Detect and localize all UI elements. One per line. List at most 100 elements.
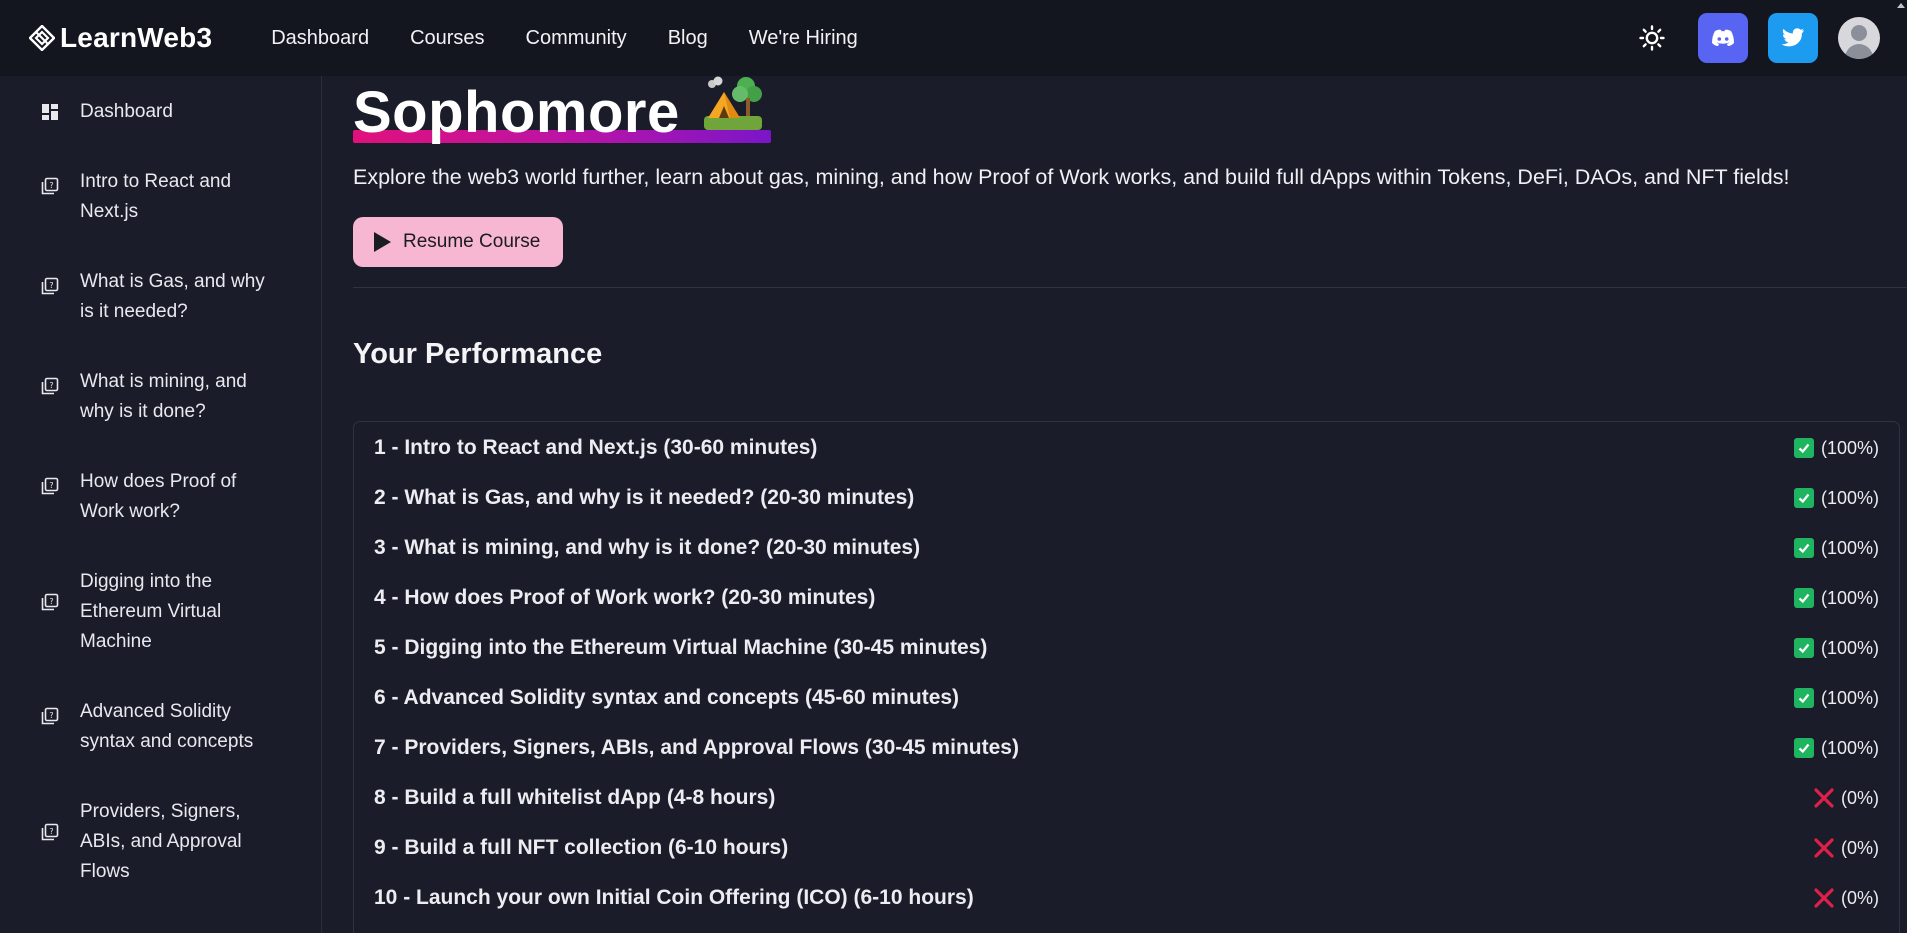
sidebar-item-label: What is Gas, and why is it needed?: [80, 271, 265, 322]
svg-text:?: ?: [49, 827, 53, 836]
course-sidebar: Dashboard ? Intro to React and Next.js ?…: [0, 76, 322, 933]
performance-row[interactable]: 3 - What is mining, and why is it done? …: [374, 531, 1879, 565]
performance-row[interactable]: 6 - Advanced Solidity syntax and concept…: [374, 681, 1879, 715]
page-title: Sophomore: [353, 80, 680, 145]
scroll-up-arrow-icon[interactable]: [1897, 3, 1905, 8]
sidebar-item-label: Intro to React and Next.js: [80, 171, 232, 222]
lesson-icon: ?: [41, 177, 59, 195]
user-avatar[interactable]: [1838, 17, 1880, 59]
lesson-name: 7 - Providers, Signers, ABIs, and Approv…: [374, 736, 1019, 759]
lesson-name: 5 - Digging into the Ethereum Virtual Ma…: [374, 636, 988, 659]
performance-row[interactable]: 5 - Digging into the Ethereum Virtual Ma…: [374, 631, 1879, 665]
avatar-head-shape: [1851, 25, 1867, 41]
lesson-percent: (100%): [1820, 487, 1879, 508]
performance-row[interactable]: 7 - Providers, Signers, ABIs, and Approv…: [374, 731, 1879, 765]
sidebar-item-lesson-7[interactable]: ? Providers, Signers, ABIs, and Approval…: [0, 797, 321, 887]
performance-row[interactable]: 10 - Launch your own Initial Coin Offeri…: [374, 881, 1879, 915]
performance-row[interactable]: 4 - How does Proof of Work work? (20-30 …: [374, 581, 1879, 615]
svg-text:?: ?: [49, 381, 53, 390]
svg-text:?: ?: [49, 597, 53, 606]
lesson-percent: (100%): [1820, 687, 1879, 708]
theme-toggle-button[interactable]: [1634, 20, 1670, 56]
sidebar-item-label: Digging into the Ethereum Virtual Machin…: [80, 571, 222, 652]
lesson-name: 1 - Intro to React and Next.js (30-60 mi…: [374, 436, 818, 459]
nav-hiring[interactable]: We're Hiring: [749, 27, 858, 50]
sidebar-item-label: Advanced Solidity syntax and concepts: [80, 701, 254, 752]
lesson-status: (100%): [1793, 737, 1879, 759]
play-icon: [374, 232, 391, 252]
svg-text:?: ?: [49, 481, 53, 490]
sidebar-item-lesson-2[interactable]: ? What is Gas, and why is it needed?: [0, 267, 321, 327]
lesson-percent: (100%): [1820, 737, 1879, 758]
lesson-status: (100%): [1793, 587, 1879, 609]
lesson-status: (100%): [1793, 687, 1879, 709]
lesson-icon: ?: [41, 593, 59, 611]
lesson-percent: (0%): [1840, 887, 1879, 908]
resume-course-button[interactable]: Resume Course: [353, 217, 563, 267]
lesson-status: (100%): [1793, 438, 1879, 459]
nav-courses[interactable]: Courses: [410, 27, 484, 50]
lesson-status: (100%): [1793, 537, 1879, 559]
sidebar-item-lesson-3[interactable]: ? What is mining, and why is it done?: [0, 367, 321, 427]
lesson-status: (0%): [1813, 787, 1879, 809]
sun-icon: [1639, 25, 1665, 51]
dashboard-grid-icon: [42, 104, 58, 120]
lesson-icon: ?: [41, 477, 59, 495]
performance-row[interactable]: 8 - Build a full whitelist dApp (4-8 hou…: [374, 781, 1879, 815]
discord-icon: [1712, 29, 1734, 46]
logo[interactable]: LearnWeb3: [29, 0, 212, 76]
cross-icon: [1814, 838, 1834, 858]
lesson-percent: (100%): [1820, 587, 1879, 608]
sidebar-item-label: How does Proof of Work work?: [80, 471, 237, 522]
performance-row[interactable]: 1 - Intro to React and Next.js (30-60 mi…: [374, 431, 1879, 465]
main-nav: Dashboard Courses Community Blog We're H…: [271, 27, 899, 50]
svg-text:?: ?: [49, 711, 53, 720]
sidebar-item-label: What is mining, and why is it done?: [80, 371, 247, 422]
nav-dashboard[interactable]: Dashboard: [271, 27, 369, 50]
lesson-name: 6 - Advanced Solidity syntax and concept…: [374, 686, 960, 709]
performance-row[interactable]: 2 - What is Gas, and why is it needed? (…: [374, 481, 1879, 515]
lesson-name: 9 - Build a full NFT collection (6-10 ho…: [374, 836, 789, 859]
lesson-name: 3 - What is mining, and why is it done? …: [374, 536, 921, 559]
section-divider: [353, 287, 1907, 288]
sidebar-item-lesson-1[interactable]: ? Intro to React and Next.js: [0, 167, 321, 227]
lesson-icon: ?: [41, 823, 59, 841]
course-description: Explore the web3 world further, learn ab…: [353, 165, 1790, 189]
check-icon: [1793, 688, 1814, 708]
check-icon: [1793, 738, 1814, 758]
performance-heading: Your Performance: [353, 338, 603, 370]
sidebar-item-lesson-4[interactable]: ? How does Proof of Work work?: [0, 467, 321, 527]
lesson-percent: (100%): [1820, 637, 1879, 658]
lesson-name: 2 - What is Gas, and why is it needed? (…: [374, 486, 915, 509]
nav-blog[interactable]: Blog: [668, 27, 708, 50]
lesson-name: 8 - Build a full whitelist dApp (4-8 hou…: [374, 786, 776, 809]
sidebar-item-lesson-6[interactable]: ? Advanced Solidity syntax and concepts: [0, 697, 321, 757]
resume-course-label: Resume Course: [403, 231, 541, 252]
sidebar-item-label: Providers, Signers, ABIs, and Approval F…: [80, 801, 242, 882]
check-icon: [1793, 538, 1814, 558]
sidebar-item-dashboard[interactable]: Dashboard: [0, 97, 321, 127]
performance-row[interactable]: 9 - Build a full NFT collection (6-10 ho…: [374, 831, 1879, 865]
lesson-percent: (0%): [1840, 837, 1879, 858]
lesson-name: 10 - Launch your own Initial Coin Offeri…: [374, 886, 974, 909]
check-icon: [1793, 488, 1814, 508]
twitter-bird-icon: [1781, 28, 1804, 47]
sidebar-item-label: Dashboard: [80, 101, 173, 122]
lesson-icon: ?: [41, 377, 59, 395]
check-icon: [1793, 438, 1814, 458]
lesson-status: (0%): [1813, 837, 1879, 859]
lesson-percent: (100%): [1820, 537, 1879, 558]
lesson-icon: ?: [41, 277, 59, 295]
check-icon: [1793, 638, 1814, 658]
lesson-icon: ?: [41, 707, 59, 725]
performance-list: 1 - Intro to React and Next.js (30-60 mi…: [353, 421, 1900, 933]
lesson-status: (0%): [1813, 887, 1879, 909]
lesson-status: (100%): [1793, 487, 1879, 509]
twitter-button[interactable]: [1768, 13, 1818, 63]
discord-button[interactable]: [1698, 13, 1748, 63]
cross-icon: [1814, 888, 1834, 908]
nav-community[interactable]: Community: [526, 27, 627, 50]
course-title-block: Sophomore: [353, 76, 771, 148]
svg-text:?: ?: [49, 281, 53, 290]
sidebar-item-lesson-5[interactable]: ? Digging into the Ethereum Virtual Mach…: [0, 567, 321, 657]
